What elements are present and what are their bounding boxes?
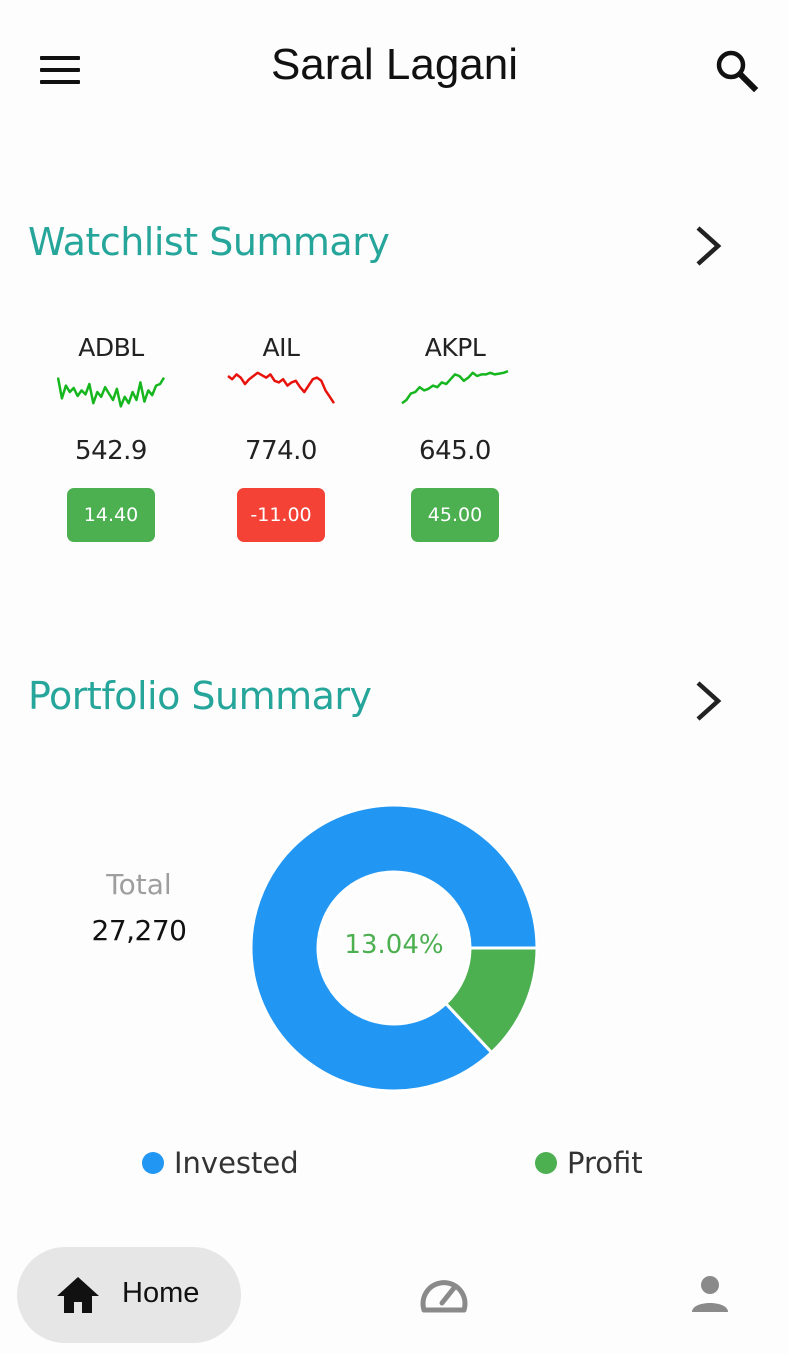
total-label: Total xyxy=(106,868,172,901)
portfolio-chevron-right-icon[interactable] xyxy=(688,673,728,729)
stock-symbol: ADBL xyxy=(78,333,144,362)
stock-symbol: AKPL xyxy=(424,333,486,362)
watchlist-chevron-right-icon[interactable] xyxy=(688,218,728,274)
sparkline-chart xyxy=(401,370,509,405)
sparkline-adbl xyxy=(57,376,165,408)
stock-price: 645.0 xyxy=(419,436,491,466)
stock-price: 542.9 xyxy=(75,436,147,466)
total-value: 27,270 xyxy=(91,914,187,947)
sparkline-chart xyxy=(227,371,335,404)
stock-price: 774.0 xyxy=(245,436,317,466)
watchlist-item-adbl[interactable]: ADBL 542.9 14.40 xyxy=(36,330,186,542)
bottom-navigation: Home xyxy=(0,1230,789,1354)
legend-dot-profit xyxy=(535,1152,557,1174)
home-icon xyxy=(57,1277,99,1313)
legend-item-invested: Invested xyxy=(142,1146,299,1180)
change-badge[interactable]: -11.00 xyxy=(237,488,325,542)
nav-profile-button[interactable] xyxy=(688,1272,732,1320)
profit-percent-label: 13.04% xyxy=(344,930,444,960)
legend-item-profit: Profit xyxy=(535,1146,643,1180)
search-icon[interactable] xyxy=(712,46,760,94)
legend-label: Profit xyxy=(567,1146,643,1180)
watchlist-item-ail[interactable]: AIL 774.0 -11.00 xyxy=(206,330,356,542)
sparkline-chart xyxy=(57,376,165,408)
legend-label: Invested xyxy=(174,1146,299,1180)
person-icon xyxy=(692,1276,728,1312)
legend-dot-invested xyxy=(142,1152,164,1174)
portfolio-title: Portfolio Summary xyxy=(28,674,372,718)
sparkline-ail xyxy=(227,371,335,404)
app-bar: Saral Lagani xyxy=(0,0,789,140)
sparkline-akpl xyxy=(401,370,509,405)
nav-home-label: Home xyxy=(122,1277,200,1309)
watchlist-title: Watchlist Summary xyxy=(28,220,390,264)
change-badge[interactable]: 14.40 xyxy=(67,488,155,542)
change-badge[interactable]: 45.00 xyxy=(411,488,499,542)
stock-symbol: AIL xyxy=(262,333,300,362)
watchlist-item-akpl[interactable]: AKPL 645.0 45.00 xyxy=(380,330,530,542)
app-title: Saral Lagani xyxy=(270,40,519,89)
speedometer-icon xyxy=(420,1280,468,1313)
nav-home-button[interactable]: Home xyxy=(17,1247,241,1343)
nav-dashboard-button[interactable] xyxy=(418,1272,470,1320)
